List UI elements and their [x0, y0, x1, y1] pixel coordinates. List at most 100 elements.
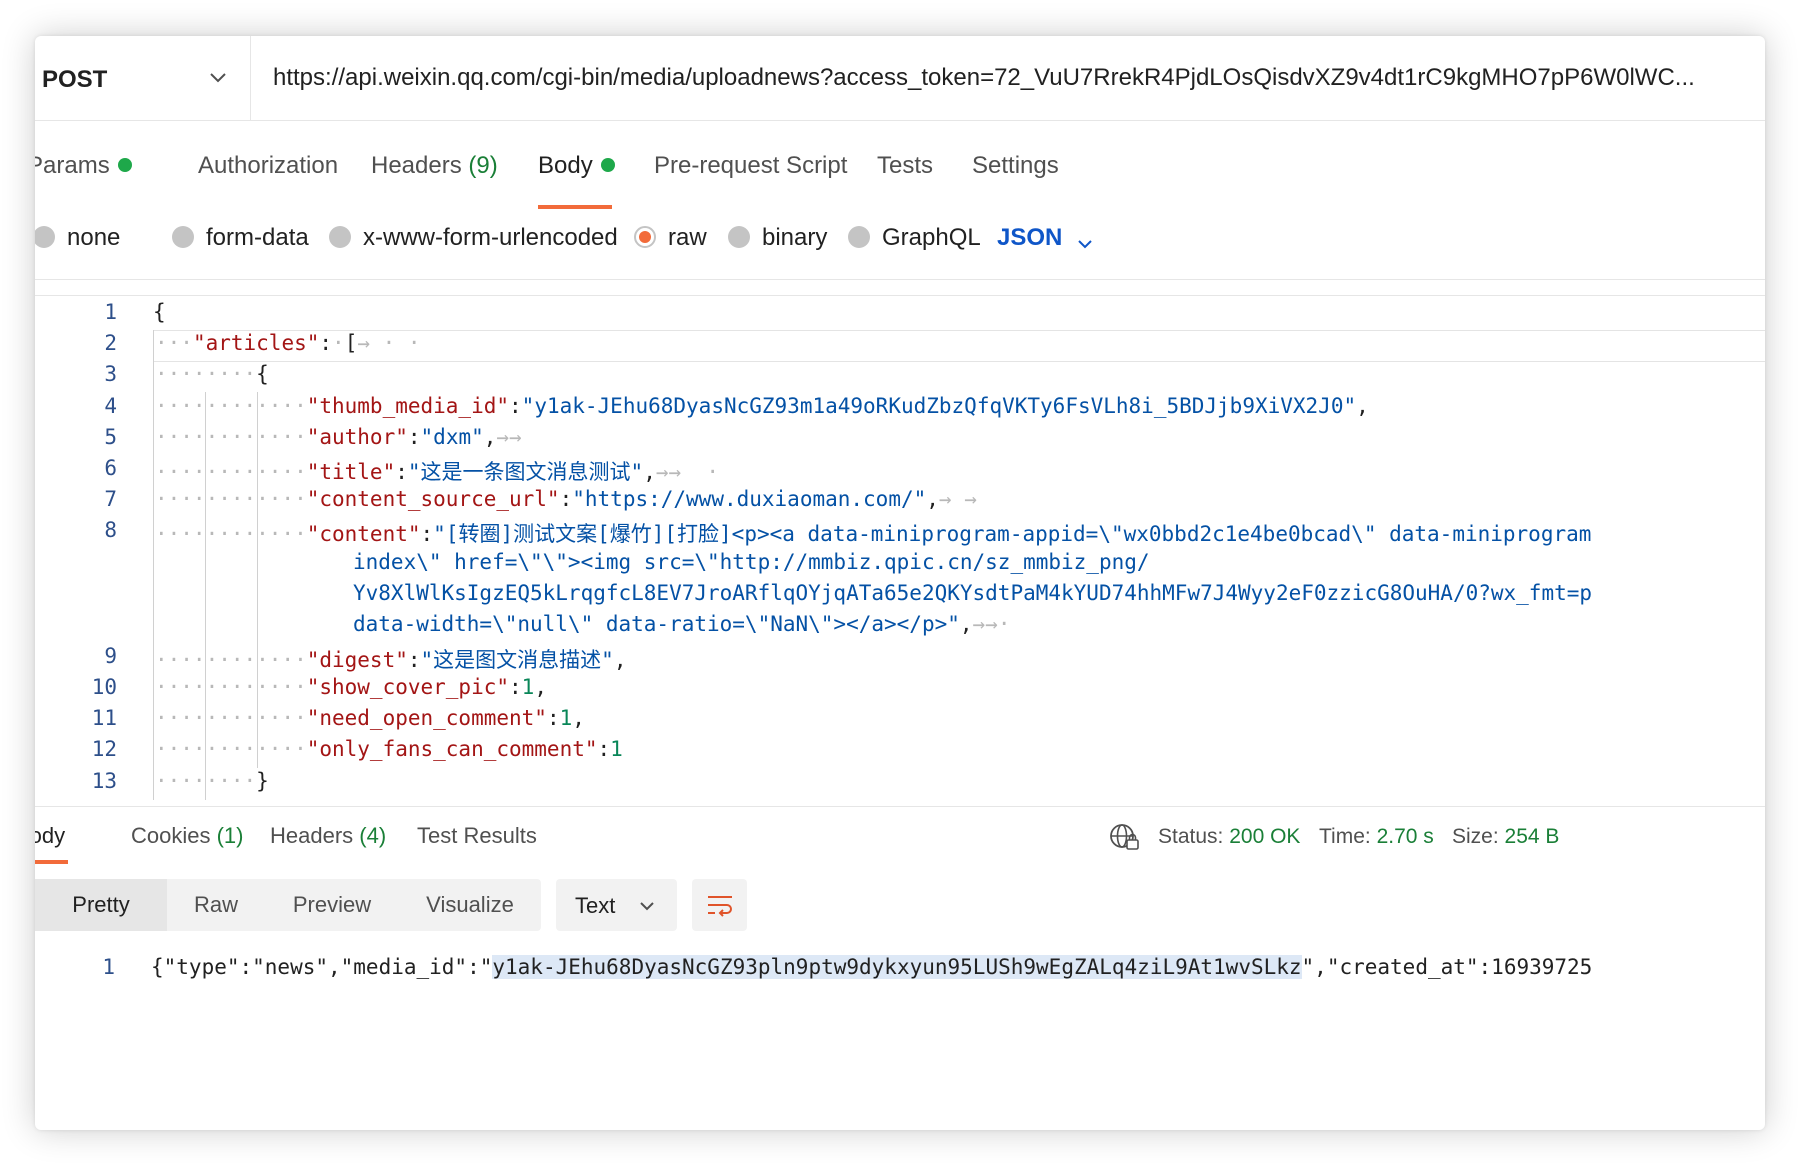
status-value: 200 OK: [1229, 825, 1301, 848]
view-pretty-button[interactable]: Pretty: [35, 879, 167, 931]
view-raw-button[interactable]: Raw: [167, 879, 265, 931]
wrap-lines-button[interactable]: [692, 879, 747, 931]
method-label: POST: [42, 66, 108, 93]
json-key: "need_open_comment": [306, 706, 547, 730]
globe-lock-icon[interactable]: [1109, 822, 1139, 852]
line-number: 5: [104, 425, 117, 449]
code-line: 11 ············"need_open_comment":1,: [35, 704, 1765, 735]
response-json-prefix: {"type":"news","media_id":": [151, 955, 493, 979]
response-tab-test-results-label: Test Results: [417, 823, 537, 848]
time-label: Time:: [1319, 825, 1371, 848]
response-time[interactable]: Time: 2.70 s: [1319, 825, 1434, 849]
code-token: }: [256, 769, 269, 793]
code-editor[interactable]: 1 { 2 ···"articles":·[→ · · 3 ········{ …: [35, 298, 1765, 806]
tab-pre-request-script[interactable]: Pre-request Script: [654, 152, 847, 180]
code-line-wrap: data-width=\"null\" data-ratio=\"NaN\"><…: [353, 612, 1011, 636]
code-line: 10 ············"show_cover_pic":1,: [35, 673, 1765, 704]
radio-selected-icon: [634, 225, 656, 248]
radio-icon: [35, 225, 55, 248]
body-type-raw[interactable]: raw: [634, 224, 707, 252]
headers-count: (9): [468, 152, 498, 179]
code-line: 5 ············"author":"dxm",→→: [35, 423, 1765, 454]
json-number: 1: [610, 737, 623, 761]
view-preview-button[interactable]: Preview: [265, 879, 399, 931]
body-type-form-data[interactable]: form-data: [172, 224, 309, 252]
response-tab-body[interactable]: Body: [35, 823, 65, 849]
active-tab-indicator: [538, 205, 612, 209]
json-key: "content_source_url": [306, 487, 560, 511]
tab-params[interactable]: Params: [35, 152, 132, 180]
response-body[interactable]: {"type":"news","media_id":"y1ak-JEhu68Dy…: [35, 950, 1765, 984]
tab-params-label: Params: [35, 152, 110, 179]
line-number: 6: [104, 456, 117, 480]
view-visualize-button[interactable]: Visualize: [399, 879, 541, 931]
response-tab-cookies[interactable]: Cookies (1): [131, 823, 244, 849]
line-number: 12: [91, 737, 117, 761]
tab-headers[interactable]: Headers (9): [371, 152, 498, 180]
size-value: 254 B: [1504, 825, 1560, 848]
radio-icon: [172, 225, 194, 248]
body-indicator-dot: [600, 157, 615, 172]
radio-icon: [728, 225, 750, 248]
code-token: {: [256, 362, 269, 386]
body-type-none[interactable]: none: [35, 224, 120, 252]
tab-tests[interactable]: Tests: [877, 152, 933, 180]
code-line: 7 ············"content_source_url":"http…: [35, 485, 1765, 516]
code-line-wrap: Yv8XlWlKsIgzEQ5kLrqgfcL8EV7JroARflqOYjqA…: [35, 579, 1765, 610]
json-string: index\" href=\"\"><img src=\"http://mmbi…: [353, 550, 1150, 574]
response-size[interactable]: Size: 254 B: [1452, 825, 1559, 849]
url-input[interactable]: https://api.weixin.qq.com/cgi-bin/media/…: [273, 64, 1753, 92]
tab-authorization-label: Authorization: [198, 152, 339, 179]
body-type-urlencoded[interactable]: x-www-form-urlencoded: [329, 224, 618, 252]
code-line: 1 {: [35, 298, 1765, 329]
json-key: "author": [306, 425, 408, 449]
line-number: 10: [91, 675, 117, 699]
request-bar: POST https://api.weixin.qq.com/cgi-bin/m…: [35, 36, 1765, 121]
body-type-raw-label: raw: [668, 224, 707, 251]
response-tab-headers[interactable]: Headers (4): [270, 823, 386, 849]
method-select[interactable]: POST: [35, 36, 251, 120]
body-type-graphql[interactable]: GraphQL: [848, 224, 981, 252]
json-string: "dxm": [420, 425, 484, 449]
divider: [35, 806, 1765, 807]
wrap-lines-icon: [708, 896, 732, 917]
line-number: 2: [104, 331, 117, 355]
body-type-urlencoded-label: x-www-form-urlencoded: [363, 224, 618, 251]
status-label: Status:: [1158, 825, 1224, 848]
body-type-binary[interactable]: binary: [728, 224, 827, 252]
response-json-suffix: ","created_at":16939725: [1301, 955, 1593, 979]
chevron-down-icon[interactable]: [1075, 234, 1095, 254]
body-type-graphql-label: GraphQL: [882, 224, 981, 251]
tab-authorization[interactable]: Authorization: [198, 152, 338, 180]
tab-pre-request-label: Pre-request Script: [654, 152, 848, 179]
json-key: "thumb_media_id": [306, 394, 510, 418]
radio-icon: [329, 225, 351, 248]
json-number: 1: [521, 675, 535, 699]
postman-window: POST https://api.weixin.qq.com/cgi-bin/m…: [35, 36, 1765, 1130]
body-type-none-label: none: [67, 224, 121, 251]
response-tab-test-results[interactable]: Test Results: [417, 823, 537, 849]
code-line: 2 ···"articles":·[→ · ·: [35, 329, 1765, 360]
body-type-binary-label: binary: [762, 224, 828, 251]
chevron-down-icon: [210, 73, 226, 83]
code-line-wrap: index\" href=\"\"><img src=\"http://mmbi…: [35, 548, 1765, 579]
response-tab-cookies-label: Cookies: [131, 823, 211, 848]
media-id-selection: y1ak-JEhu68DyasNcGZ93pln9ptw9dykxyun95LU…: [492, 955, 1302, 979]
response-status[interactable]: Status: 200 OK: [1158, 825, 1300, 849]
json-string: "这是一条图文消息测试": [407, 460, 644, 484]
tab-body[interactable]: Body: [538, 152, 615, 180]
line-number: 8: [104, 518, 117, 542]
body-type-form-data-label: form-data: [206, 224, 309, 251]
time-value: 2.70 s: [1376, 825, 1434, 848]
params-indicator-dot: [117, 157, 132, 172]
json-key: "content": [306, 522, 421, 546]
code-line: 9 ············"digest":"这是图文消息描述",: [35, 642, 1765, 673]
body-format-select[interactable]: JSON: [997, 224, 1062, 252]
tab-settings[interactable]: Settings: [972, 152, 1059, 180]
line-number: 1: [104, 300, 117, 324]
tab-tests-label: Tests: [877, 152, 934, 179]
tab-headers-label: Headers: [371, 152, 462, 179]
json-key: "articles": [192, 331, 320, 355]
radio-icon: [848, 225, 870, 248]
line-number: 7: [104, 487, 117, 511]
